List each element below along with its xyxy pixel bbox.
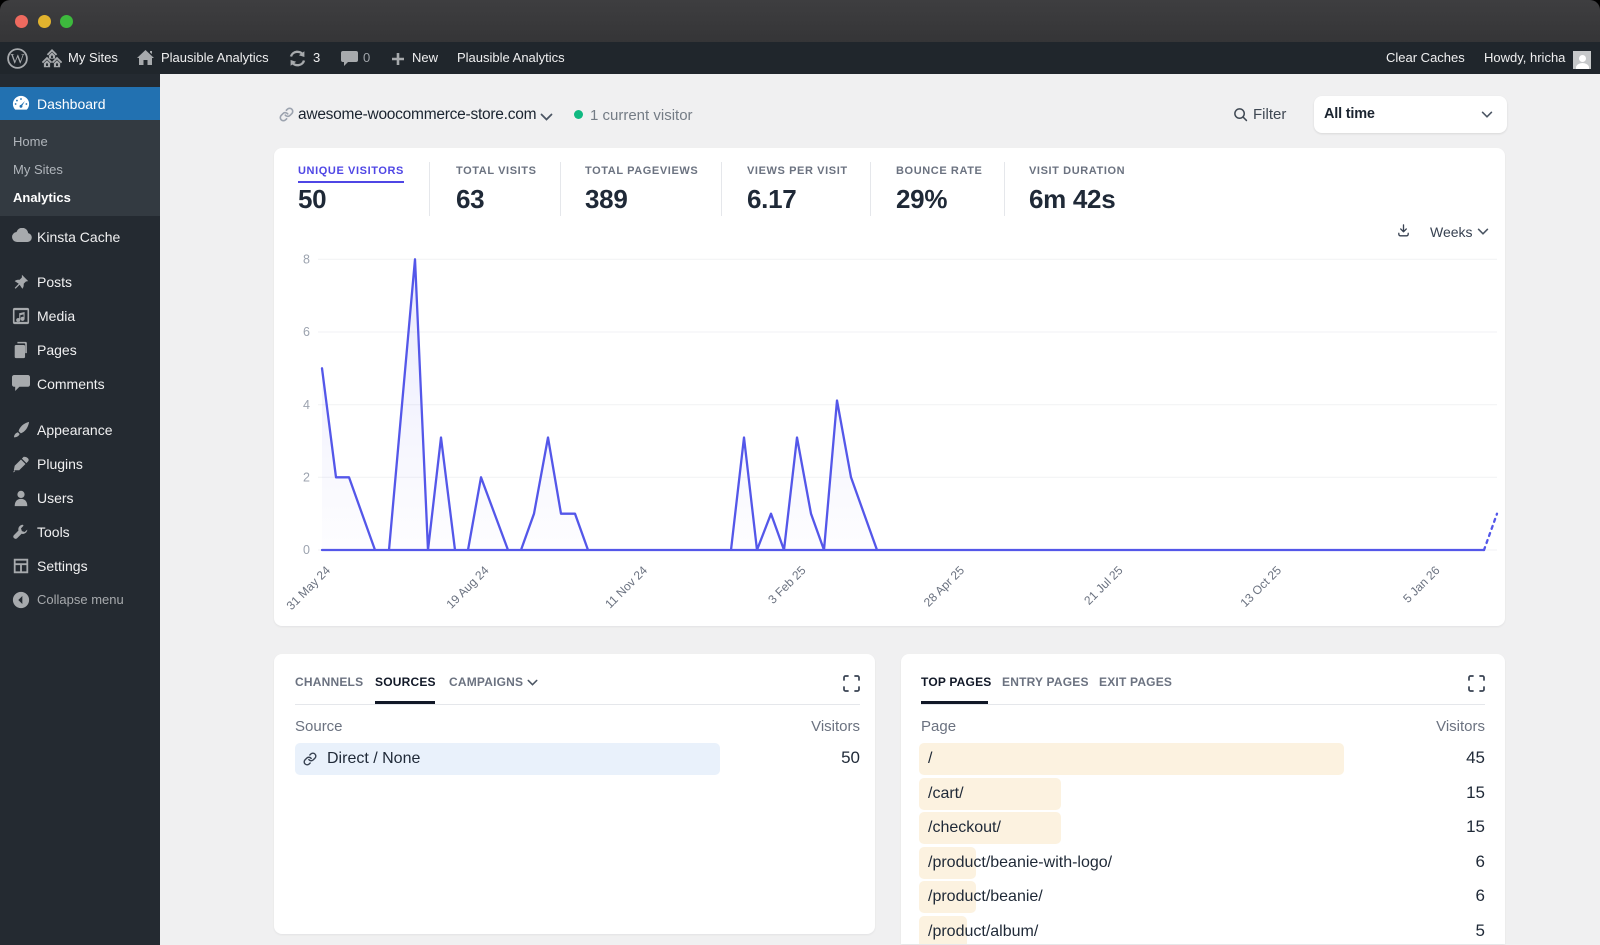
svg-text:4: 4 — [303, 398, 310, 412]
svg-text:W: W — [10, 52, 25, 68]
svg-text:5 Jan 26: 5 Jan 26 — [1400, 563, 1443, 606]
svg-text:21 Jul 25: 21 Jul 25 — [1081, 563, 1126, 608]
svg-text:6: 6 — [303, 325, 310, 339]
svg-text:0: 0 — [303, 543, 310, 557]
svg-text:31 May 24: 31 May 24 — [284, 563, 334, 613]
svg-text:2: 2 — [303, 471, 310, 485]
svg-text:3 Feb 25: 3 Feb 25 — [765, 563, 809, 607]
svg-text:28 Apr 25: 28 Apr 25 — [921, 563, 967, 609]
svg-text:19 Aug 24: 19 Aug 24 — [443, 563, 491, 611]
svg-text:11 Nov 24: 11 Nov 24 — [602, 563, 650, 611]
svg-text:8: 8 — [303, 253, 310, 267]
svg-text:13 Oct 25: 13 Oct 25 — [1237, 563, 1284, 610]
